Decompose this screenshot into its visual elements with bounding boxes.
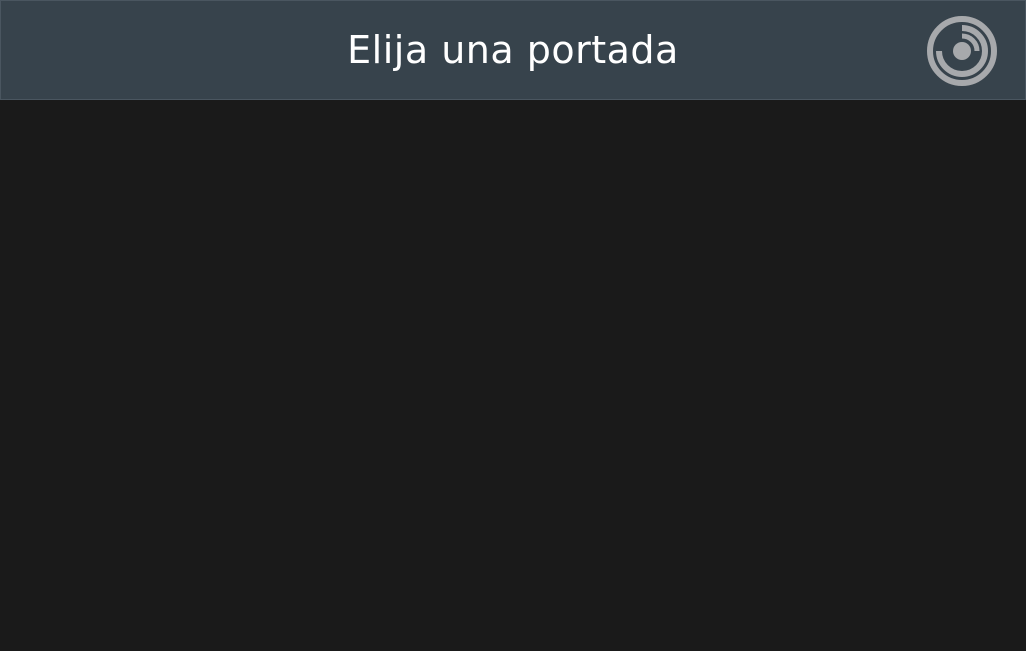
cover-grid-area (0, 100, 1026, 651)
cover-picker-window: Elija una portada (0, 0, 1026, 651)
spiral-logo-icon (925, 14, 999, 88)
header-bar: Elija una portada (0, 0, 1026, 100)
page-title: Elija una portada (347, 28, 679, 72)
